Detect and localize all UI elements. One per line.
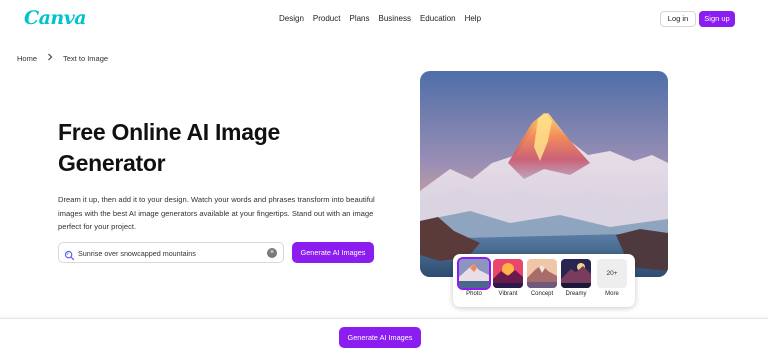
style-option-photo[interactable]: Photo — [457, 257, 491, 297]
prompt-input[interactable] — [78, 246, 263, 260]
more-styles-count: 20+ — [597, 259, 627, 288]
style-label-dreamy: Dreamy — [565, 291, 587, 297]
nav-item-plans[interactable]: Plans — [349, 14, 369, 23]
nav-item-product[interactable]: Product — [313, 14, 341, 23]
breadcrumb-current: Text to Image — [63, 53, 109, 63]
clear-icon[interactable]: × — [267, 248, 277, 258]
style-option-concept[interactable]: Concept — [527, 259, 557, 297]
style-thumb-photo — [457, 257, 491, 290]
nav-item-design[interactable]: Design — [279, 14, 304, 23]
style-thumb-dreamy — [561, 259, 591, 288]
nav-item-education[interactable]: Education — [420, 14, 456, 23]
chevron-right-icon — [47, 53, 53, 63]
sparkle-search-icon — [64, 248, 75, 261]
style-selector: Photo Vibrant Concept Dreamy 20+ More — [453, 254, 635, 307]
login-button[interactable]: Log in — [660, 11, 696, 27]
site-header: Canva Design Product Plans Business Educ… — [0, 0, 768, 38]
mountain-sunrise-image — [420, 71, 668, 277]
canva-logo[interactable]: Canva — [24, 7, 87, 29]
bottom-generate-ai-images-button[interactable]: Generate AI Images — [339, 327, 421, 348]
style-option-dreamy[interactable]: Dreamy — [561, 259, 591, 297]
nav-item-help[interactable]: Help — [465, 14, 481, 23]
style-thumb-concept — [527, 259, 557, 288]
style-option-vibrant[interactable]: Vibrant — [493, 259, 523, 297]
nav-item-business[interactable]: Business — [379, 14, 411, 23]
style-thumb-vibrant — [493, 259, 523, 288]
style-label-more: More — [605, 291, 619, 297]
page-title: Free Online AI Image Generator — [58, 119, 280, 176]
sticky-bottom-bar: Generate AI Images — [0, 318, 768, 354]
main-nav: Design Product Plans Business Education … — [279, 14, 490, 23]
generated-image-preview — [420, 71, 668, 277]
breadcrumb: Home Text to Image — [17, 53, 108, 63]
style-option-more[interactable]: 20+ More — [597, 259, 627, 297]
style-label-vibrant: Vibrant — [498, 291, 518, 297]
breadcrumb-home[interactable]: Home — [17, 54, 37, 63]
prompt-search-box[interactable]: × — [58, 242, 284, 263]
signup-button[interactable]: Sign up — [699, 11, 735, 27]
hero-description: Dream it up, then add it to your design.… — [58, 195, 375, 232]
generate-ai-images-button[interactable]: Generate AI Images — [292, 242, 374, 263]
style-label-concept: Concept — [530, 291, 554, 297]
style-label-photo: Photo — [466, 291, 482, 297]
